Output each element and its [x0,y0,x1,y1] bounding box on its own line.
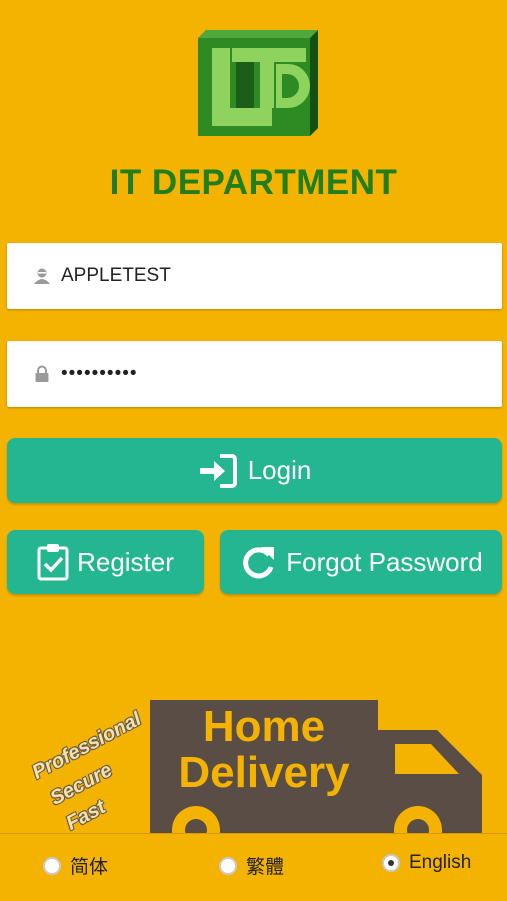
register-label: Register [77,546,174,577]
username-field[interactable]: APPLETEST [7,243,502,309]
home-text-line1: Home [202,702,326,751]
register-button[interactable]: Register [7,530,204,594]
forgot-password-button[interactable]: Forgot Password [220,530,502,594]
forgot-password-label: Forgot Password [286,546,483,577]
sign-in-icon [199,453,237,488]
password-field[interactable]: •••••••••• [7,341,502,407]
lock-icon [35,365,49,382]
itd-logo [198,30,318,136]
password-value: •••••••••• [61,363,138,384]
home-delivery-text: Home Delivery [150,704,378,796]
lang-option-simplified[interactable]: 简体 [43,852,108,879]
home-delivery-banner: Home Delivery Professional Secure Fast [0,690,507,833]
lang-option-english[interactable]: English [382,852,471,874]
lang-option-traditional[interactable]: 繁體 [219,852,284,879]
login-label: Login [247,455,312,485]
user-icon [34,268,50,284]
username-value: APPLETEST [61,265,171,286]
lang-label-simplified: 简体 [70,857,109,878]
radio-english[interactable] [382,854,400,872]
lang-label-traditional: 繁體 [246,857,285,878]
home-text-line2: Delivery [178,748,350,797]
brand-title: IT DEPARTMENT [109,163,398,202]
lang-label-english: English [409,852,472,873]
clipboard-check-icon [37,544,69,581]
login-button[interactable]: Login [7,438,502,503]
language-selector: 简体 繁體 English [0,833,507,901]
radio-simplified[interactable] [43,856,61,875]
radio-traditional[interactable] [219,856,237,875]
refresh-icon [243,547,275,579]
